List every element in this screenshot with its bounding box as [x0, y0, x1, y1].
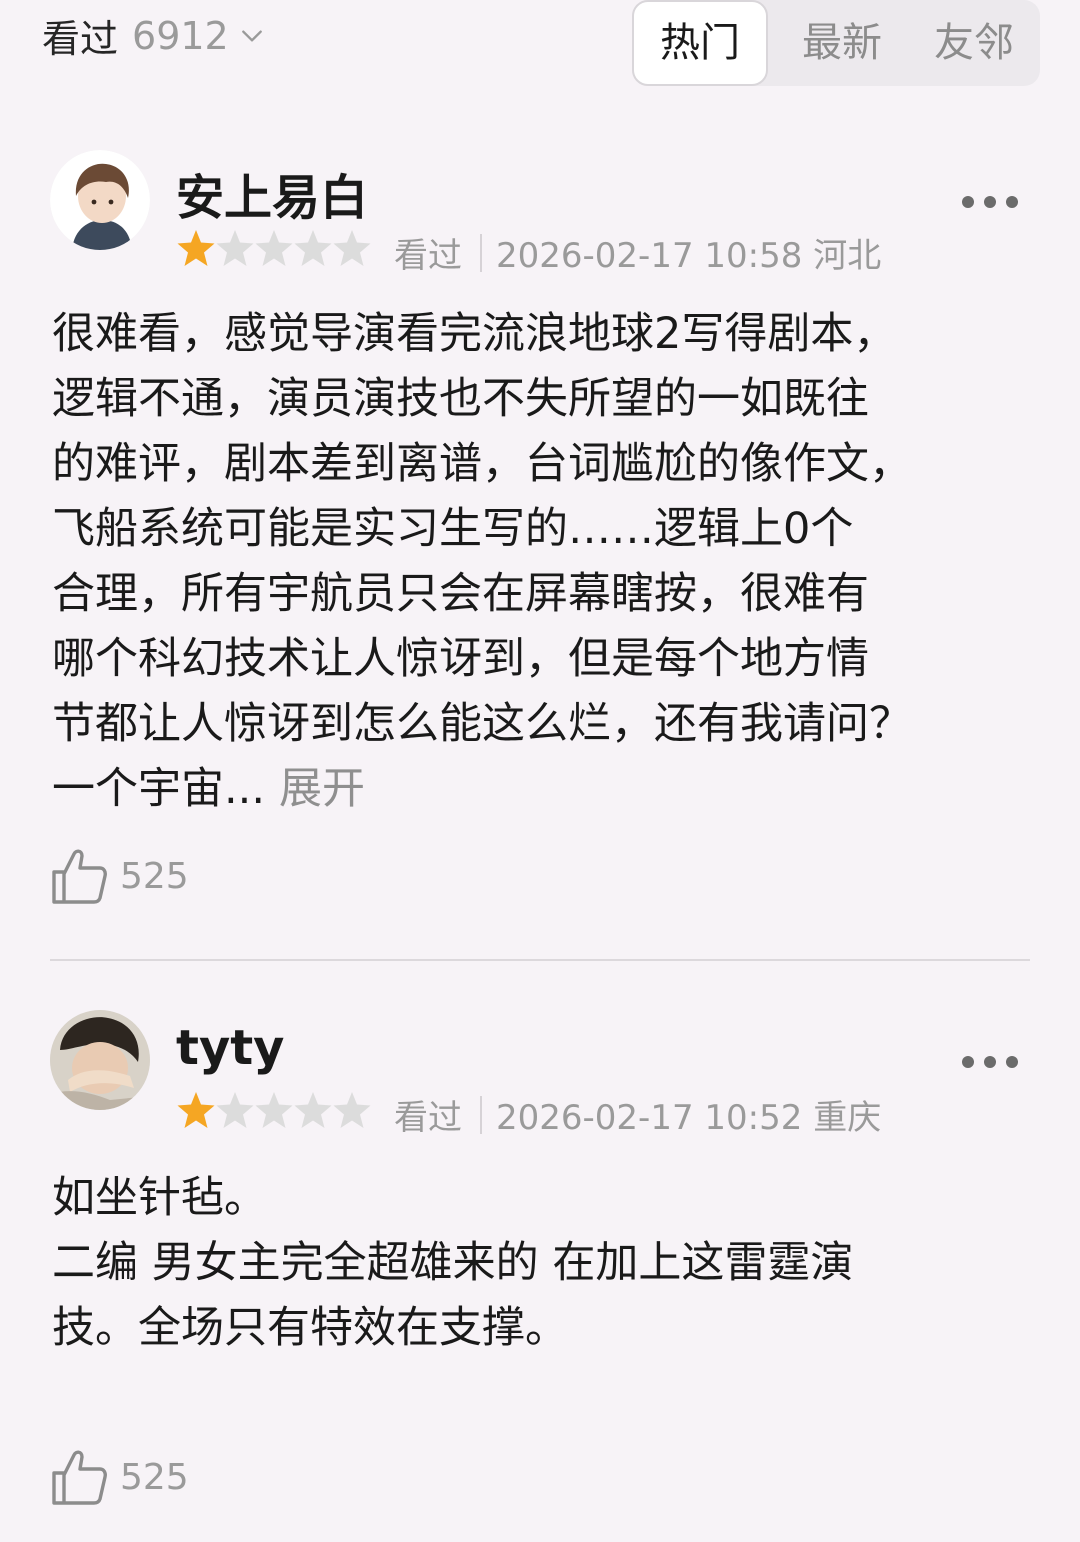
star-rating	[176, 1090, 371, 1130]
more-options-button[interactable]	[962, 1052, 1018, 1072]
dot-icon	[1006, 1056, 1018, 1068]
chevron-down-icon	[241, 29, 262, 42]
review-text: 如坐针毡。 二编 男女主完全超雄来的 在加上这雷霆演 技。全场只有特效在支撑。	[52, 1166, 1042, 1361]
seen-label: 看过	[42, 17, 119, 61]
dot-icon	[984, 196, 996, 208]
tab-hot[interactable]: 热门	[632, 0, 768, 86]
star-empty-icon	[294, 1092, 332, 1128]
username[interactable]: tyty	[176, 1020, 284, 1076]
star-empty-icon	[216, 1092, 254, 1128]
dot-icon	[1006, 196, 1018, 208]
thumbs-up-icon	[52, 1450, 107, 1505]
sort-tabs: 热门 最新 友邻	[632, 0, 1040, 86]
meta-divider	[480, 233, 482, 272]
watch-status: 看过	[394, 1098, 462, 1138]
star-empty-icon	[255, 230, 293, 266]
tab-latest[interactable]: 最新	[782, 0, 902, 86]
username[interactable]: 安上易白	[176, 158, 368, 228]
avatar[interactable]	[50, 1010, 150, 1110]
star-empty-icon	[333, 230, 371, 266]
review-meta: 看过 2026-02-17 10:58 河北	[394, 228, 881, 277]
expand-link[interactable]: 展开	[279, 764, 365, 814]
star-empty-icon	[216, 230, 254, 266]
datetime-location: 2026-02-17 10:52 重庆	[496, 1098, 882, 1138]
star-filled-icon	[177, 1092, 215, 1128]
seen-count: 6912	[132, 13, 229, 58]
tab-friends[interactable]: 友邻	[914, 0, 1034, 86]
like-button[interactable]: 525	[50, 846, 189, 906]
avatar[interactable]	[50, 150, 150, 250]
review-text-content: 很难看，感觉导演看完流浪地球2写得剧本， 逻辑不通，演员演技也不失所望的一如既往…	[52, 309, 912, 814]
star-filled-icon	[177, 230, 215, 266]
thumbs-up-icon	[52, 849, 107, 904]
datetime-location: 2026-02-17 10:58 河北	[496, 236, 882, 276]
more-options-button[interactable]	[962, 192, 1018, 212]
star-empty-icon	[333, 1092, 371, 1128]
avatar-photo-image	[50, 1010, 150, 1110]
star-empty-icon	[255, 1092, 293, 1128]
seen-filter-dropdown[interactable]: 看过 6912	[42, 8, 265, 63]
review-meta: 看过 2026-02-17 10:52 重庆	[394, 1090, 881, 1139]
star-rating	[176, 228, 371, 268]
review-text-content: 如坐针毡。 二编 男女主完全超雄来的 在加上这雷霆演 技。全场只有特效在支撑。	[52, 1173, 854, 1353]
meta-divider	[480, 1095, 482, 1134]
dot-icon	[984, 1056, 996, 1068]
review-divider	[50, 959, 1030, 961]
like-count: 525	[120, 1456, 189, 1498]
star-empty-icon	[294, 230, 332, 266]
like-button[interactable]: 525	[50, 1447, 189, 1507]
dot-icon	[962, 1056, 974, 1068]
top-bar: 看过 6912 热门 最新 友邻	[0, 0, 1080, 100]
watch-status: 看过	[394, 236, 462, 276]
like-count: 525	[120, 855, 189, 897]
review-text: 很难看，感觉导演看完流浪地球2写得剧本， 逻辑不通，演员演技也不失所望的一如既往…	[52, 302, 1042, 822]
avatar-cartoon-boy-image	[50, 150, 150, 250]
dot-icon	[962, 196, 974, 208]
